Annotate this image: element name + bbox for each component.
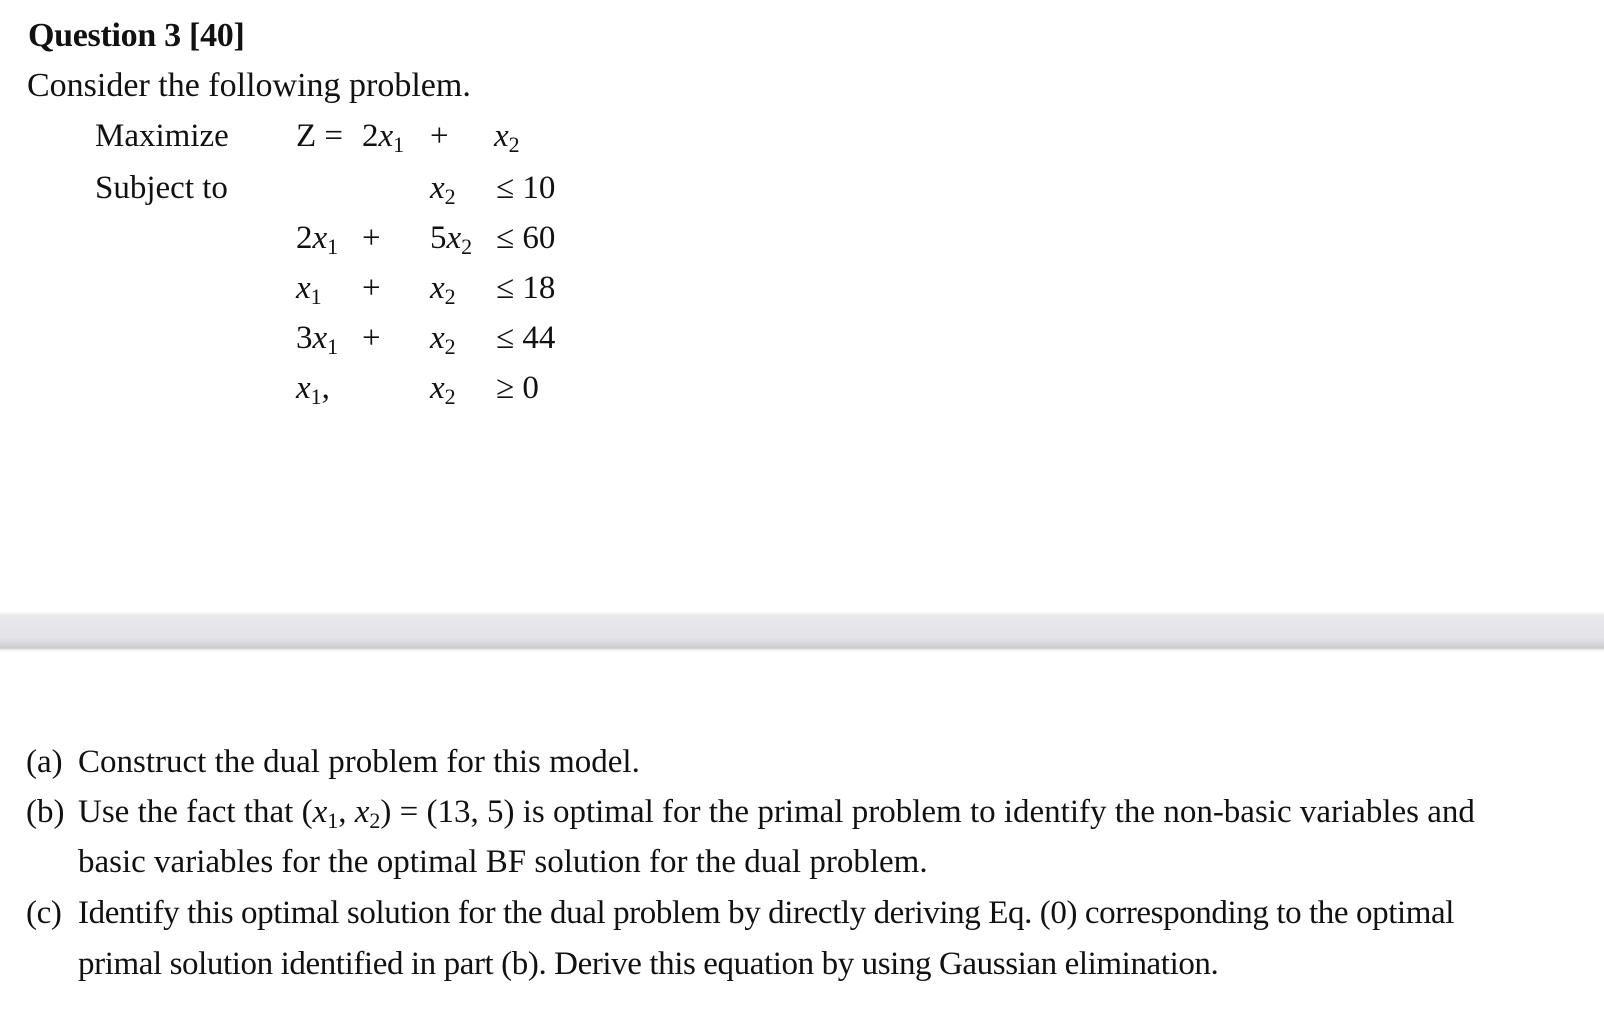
- subscript: 1: [310, 384, 322, 409]
- constraint-term-1: x1,: [296, 370, 330, 409]
- part-text: Construct the dual problem for this mode…: [78, 744, 640, 780]
- variable: x: [446, 220, 462, 256]
- question-title: Question 3 [40]: [28, 17, 245, 54]
- constraint-rhs: ≥ 0: [496, 370, 539, 406]
- variable: x: [430, 170, 445, 206]
- part-marker: (a): [26, 744, 63, 780]
- part-b-continuation: basic variables for the optimal BF solut…: [78, 844, 928, 880]
- constraints-label: Subject to: [95, 170, 228, 206]
- objective-label: Maximize: [95, 118, 229, 154]
- variable: x: [296, 370, 311, 406]
- constraint-term-2: 5x2: [430, 220, 473, 259]
- variable: x: [296, 270, 311, 306]
- part-c: (c) Identify this optimal solution for th…: [26, 895, 1454, 932]
- coefficient: 2: [362, 118, 379, 154]
- variable: x: [378, 118, 394, 154]
- parts-section: (a) Construct the dual problem for this m…: [0, 652, 1604, 1022]
- variable: x: [312, 320, 328, 356]
- constraint-rhs: ≤ 10: [496, 170, 556, 206]
- constraint-rhs: ≤ 44: [496, 320, 556, 356]
- objective-term-2: x2: [494, 118, 520, 157]
- part-marker: (b): [26, 794, 65, 830]
- objective-lhs: Z =: [296, 118, 344, 154]
- subscript: 2: [444, 334, 456, 359]
- constraint-term-2: x2: [430, 170, 456, 209]
- subscript: 2: [369, 808, 381, 833]
- separator: ,: [338, 794, 355, 830]
- part-marker: (c): [26, 895, 62, 931]
- constraint-operator: +: [362, 320, 381, 356]
- variable: x: [312, 220, 328, 256]
- part-text: Use the fact that (: [78, 794, 313, 830]
- constraint-rhs: ≤ 60: [496, 220, 556, 256]
- subscript: 1: [310, 284, 322, 309]
- subscript: 2: [444, 184, 456, 209]
- constraint-operator: +: [362, 270, 381, 306]
- subscript: 2: [508, 132, 520, 157]
- part-b: (b) Use the fact that (x1, x2) = (13, 5) …: [26, 794, 1475, 833]
- constraint-rhs: ≤ 18: [496, 270, 556, 306]
- question-intro: Consider the following problem.: [27, 67, 471, 104]
- page-divider: [0, 612, 1604, 652]
- comma: ,: [321, 370, 330, 406]
- subscript: 1: [327, 334, 339, 359]
- subscript: 2: [444, 284, 456, 309]
- subscript: 2: [444, 384, 456, 409]
- part-text: ) = (13, 5) is optimal for the primal pr…: [380, 794, 1475, 830]
- variable: x: [494, 118, 509, 154]
- part-a: (a) Construct the dual problem for this m…: [26, 744, 640, 781]
- variable: x: [430, 270, 445, 306]
- variable: x: [312, 794, 328, 830]
- question-section: Question 3 [40] Consider the following p…: [0, 0, 1604, 612]
- variable: x: [430, 320, 445, 356]
- constraint-term-2: x2: [430, 370, 456, 409]
- subscript: 2: [461, 234, 473, 259]
- objective-term-1: 2x1: [362, 118, 405, 157]
- part-text: Identify this optimal solution for the d…: [78, 895, 1455, 931]
- constraint-term-1: 2x1: [296, 220, 339, 259]
- constraint-term-1: x1: [296, 270, 322, 309]
- subscript: 1: [327, 234, 339, 259]
- subscript: 1: [393, 132, 405, 157]
- constraint-term-2: x2: [430, 320, 456, 359]
- constraint-operator: +: [362, 220, 381, 256]
- constraint-term-1: 3x1: [296, 320, 339, 359]
- objective-operator: +: [430, 118, 449, 154]
- constraint-term-2: x2: [430, 270, 456, 309]
- coefficient: 2: [296, 220, 313, 256]
- part-c-continuation: primal solution identified in part (b). …: [78, 946, 1219, 982]
- coefficient: 3: [296, 320, 313, 356]
- variable: x: [354, 794, 370, 830]
- subscript: 1: [327, 808, 339, 833]
- variable: x: [430, 370, 445, 406]
- coefficient: 5: [430, 220, 447, 256]
